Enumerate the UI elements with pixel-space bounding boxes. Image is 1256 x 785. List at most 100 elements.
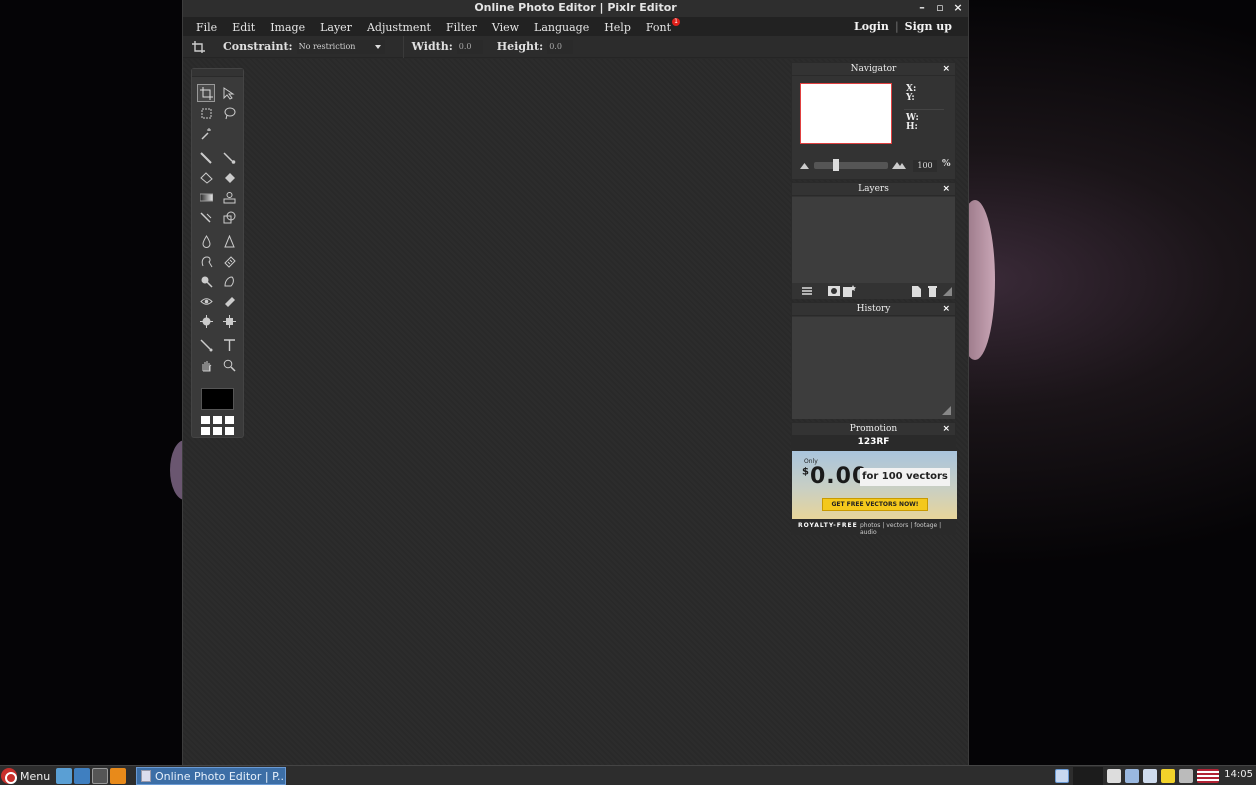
layers-list[interactable]: [792, 197, 955, 283]
menu-language[interactable]: Language: [534, 21, 589, 34]
resize-handle-icon[interactable]: [943, 287, 952, 296]
file-manager-launcher-icon[interactable]: [74, 768, 90, 784]
trash-icon[interactable]: [928, 285, 937, 297]
type-icon[interactable]: [220, 336, 238, 354]
crop-tool-icon[interactable]: [197, 84, 215, 102]
start-menu-label: Menu: [20, 769, 51, 783]
menu-edit[interactable]: Edit: [232, 21, 255, 34]
sponge-icon[interactable]: [220, 252, 238, 270]
zoom-input[interactable]: 100: [913, 160, 937, 172]
pencil-icon[interactable]: [197, 148, 215, 166]
width-input[interactable]: 0.0: [456, 39, 483, 54]
zoom-slider-handle[interactable]: [833, 159, 839, 171]
workspace-switcher-icon[interactable]: [1055, 769, 1069, 783]
menu-filter[interactable]: Filter: [446, 21, 477, 34]
paint-bucket-icon[interactable]: [220, 168, 238, 186]
volume-icon[interactable]: [1179, 769, 1193, 783]
close-icon[interactable]: ×: [942, 63, 950, 76]
layers-title: Layers: [858, 184, 889, 194]
layers-header[interactable]: Layers ×: [792, 183, 955, 196]
maximize-button[interactable]: ▫: [934, 1, 946, 15]
menu-view[interactable]: View: [492, 21, 519, 34]
brand-logo: 123RF: [857, 437, 890, 447]
burn-icon[interactable]: [220, 272, 238, 290]
zoom-out-icon[interactable]: [800, 163, 809, 169]
gradient-icon[interactable]: [197, 188, 215, 206]
lasso-tool-icon[interactable]: [220, 104, 238, 122]
menu-adjustment[interactable]: Adjustment: [367, 21, 431, 34]
close-button[interactable]: ×: [952, 1, 964, 15]
color-replace-icon[interactable]: [197, 208, 215, 226]
width-label: Width:: [411, 40, 453, 53]
history-title: History: [856, 304, 891, 314]
terminal-launcher-icon[interactable]: [92, 768, 108, 784]
menu-help[interactable]: Help: [604, 21, 631, 34]
close-icon[interactable]: ×: [942, 183, 950, 196]
ad-cta-button[interactable]: GET FREE VECTORS NOW!: [822, 498, 928, 511]
zoom-slider[interactable]: [814, 162, 888, 169]
crop-icon: [192, 40, 205, 53]
hand-icon[interactable]: [197, 356, 215, 374]
height-input[interactable]: 0.0: [547, 39, 574, 54]
menu-file[interactable]: File: [196, 21, 217, 34]
color-picker-icon[interactable]: [197, 336, 215, 354]
sharpen-icon[interactable]: [220, 232, 238, 250]
smudge-icon[interactable]: [197, 252, 215, 270]
browser-launcher-icon[interactable]: [56, 768, 72, 784]
brush-icon[interactable]: [220, 148, 238, 166]
blur-icon[interactable]: [197, 232, 215, 250]
navigator-header[interactable]: Navigator ×: [792, 63, 955, 76]
menu-image[interactable]: Image: [270, 21, 305, 34]
history-panel: History ×: [791, 302, 956, 419]
eraser-icon[interactable]: [197, 168, 215, 186]
height-label: Height:: [496, 40, 544, 53]
network-icon[interactable]: [1143, 769, 1157, 783]
clone-stamp-icon[interactable]: [220, 188, 238, 206]
menu-font[interactable]: Font 1: [645, 17, 681, 34]
close-icon[interactable]: ×: [942, 423, 950, 436]
ad-banner[interactable]: Only $0.00 for 100 vectors GET FREE VECT…: [792, 451, 957, 519]
pinch-icon[interactable]: [220, 312, 238, 330]
dodge-icon[interactable]: [197, 272, 215, 290]
workspace-switcher[interactable]: [1073, 767, 1103, 785]
close-icon[interactable]: ×: [942, 303, 950, 316]
clock[interactable]: 14:05: [1224, 769, 1253, 780]
marquee-tool-icon[interactable]: [197, 104, 215, 122]
magic-wand-icon[interactable]: [197, 124, 215, 142]
layer-styles-icon[interactable]: [843, 285, 856, 297]
taskbar-window-button[interactable]: Online Photo Editor | P...: [136, 767, 286, 785]
ad-currency: $: [802, 466, 810, 478]
minimize-button[interactable]: –: [916, 1, 928, 15]
grid-icon[interactable]: [201, 416, 234, 436]
spot-heal-icon[interactable]: [220, 292, 238, 310]
workspace[interactable]: Navigator × X: Y: W: H: 100 % Layers × H…: [183, 59, 968, 765]
zoom-icon[interactable]: [220, 356, 238, 374]
zoom-in-icon[interactable]: [892, 160, 906, 169]
resize-handle-icon[interactable]: [942, 406, 951, 415]
battery-icon[interactable]: [1161, 769, 1175, 783]
shapes-icon[interactable]: [220, 208, 238, 226]
us-flag-icon[interactable]: [1197, 769, 1219, 783]
media-player-launcher-icon[interactable]: [110, 768, 126, 784]
login-link[interactable]: Login: [854, 20, 889, 33]
promotion-header[interactable]: Promotion ×: [792, 423, 955, 436]
constraint-select[interactable]: No restriction: [296, 39, 385, 54]
history-header[interactable]: History ×: [792, 303, 955, 316]
navigator-preview[interactable]: [800, 83, 892, 144]
new-layer-icon[interactable]: [912, 286, 921, 297]
layer-settings-icon[interactable]: [802, 286, 812, 296]
shield-icon[interactable]: [1125, 769, 1139, 783]
red-eye-icon[interactable]: [197, 292, 215, 310]
layer-mask-icon[interactable]: [828, 286, 840, 296]
signup-link[interactable]: Sign up: [905, 20, 952, 33]
menu-font-label: Font: [645, 20, 672, 34]
move-tool-icon[interactable]: [220, 84, 238, 102]
bloat-icon[interactable]: [197, 312, 215, 330]
start-menu-button[interactable]: Menu: [1, 767, 50, 785]
menu-bar: File Edit Image Layer Adjustment Filter …: [183, 17, 968, 36]
palette-grip[interactable]: [192, 69, 243, 77]
menu-layer[interactable]: Layer: [320, 21, 352, 34]
history-list[interactable]: [792, 317, 955, 419]
dropbox-icon[interactable]: [1107, 769, 1121, 783]
primary-color-swatch[interactable]: [201, 388, 234, 410]
